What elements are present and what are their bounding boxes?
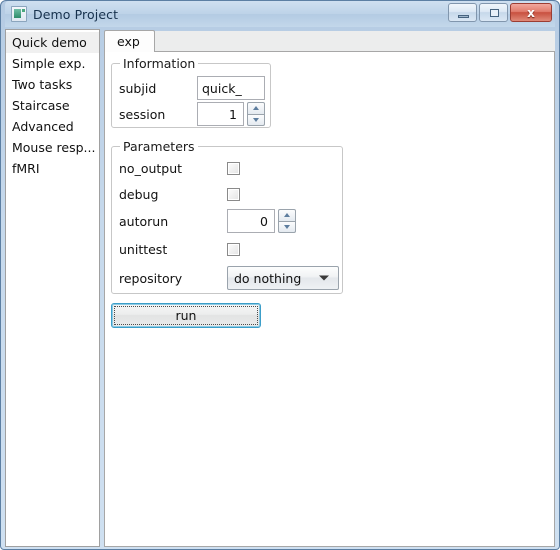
session-row: session 1 [119, 102, 265, 126]
chevron-down-icon[interactable] [247, 114, 265, 126]
repository-selected-value: do nothing [234, 270, 302, 286]
autorun-row: autorun 0 [119, 209, 296, 233]
tab-bar-filler [154, 31, 555, 52]
parameters-group-title: Parameters [120, 139, 198, 154]
tab-exp[interactable]: exp [104, 30, 155, 52]
sidebar-item-simple-exp[interactable]: Simple exp. [6, 53, 99, 74]
tab-page-exp: Information subjid quick_ session 1 Para… [104, 51, 555, 547]
chevron-up-icon[interactable] [278, 209, 296, 222]
application-window: Demo Project x Quick demo Simple exp. Tw… [0, 0, 560, 550]
information-group-title: Information [120, 56, 199, 71]
autorun-label: autorun [119, 213, 169, 229]
parameters-group: Parameters no_output debug autorun 0 uni… [111, 139, 343, 294]
run-button[interactable]: run [111, 303, 261, 328]
no-output-checkbox[interactable] [227, 162, 240, 175]
tab-bar: exp [104, 29, 555, 52]
example-list[interactable]: Quick demo Simple exp. Two tasks Stairca… [5, 29, 100, 547]
no-output-label: no_output [119, 161, 183, 176]
unittest-checkbox[interactable] [227, 243, 240, 256]
debug-label: debug [119, 187, 159, 202]
no-output-row: no_output [119, 161, 240, 176]
window-controls: x [448, 3, 552, 22]
debug-checkbox[interactable] [227, 188, 240, 201]
autorun-stepper[interactable] [278, 209, 296, 233]
minimize-button[interactable] [448, 3, 477, 22]
title-bar: Demo Project x [5, 1, 555, 27]
chevron-down-icon [319, 275, 329, 281]
sidebar-item-advanced[interactable]: Advanced [6, 116, 99, 137]
unittest-label: unittest [119, 242, 168, 257]
unittest-row: unittest [119, 242, 240, 257]
sidebar-item-two-tasks[interactable]: Two tasks [6, 74, 99, 95]
repository-label: repository [119, 270, 183, 286]
subjid-row: subjid quick_ [119, 76, 265, 100]
app-monitor-icon [11, 6, 27, 22]
session-stepper[interactable] [247, 102, 265, 126]
subjid-input[interactable]: quick_ [197, 76, 265, 100]
subjid-label: subjid [119, 80, 157, 96]
run-button-label: run [175, 308, 197, 323]
sidebar-item-fmri[interactable]: fMRI [6, 158, 99, 179]
sidebar-item-quick-demo[interactable]: Quick demo [6, 32, 99, 53]
information-group: Information subjid quick_ session 1 [111, 56, 271, 128]
maximize-button[interactable] [479, 3, 508, 22]
chevron-up-icon[interactable] [247, 102, 265, 115]
session-label: session [119, 106, 166, 122]
repository-select[interactable]: do nothing [227, 266, 339, 290]
close-button[interactable]: x [510, 3, 552, 22]
sidebar-item-staircase[interactable]: Staircase [6, 95, 99, 116]
tab-widget: exp Information subjid quick_ session 1 [104, 29, 555, 547]
chevron-down-icon[interactable] [278, 221, 296, 233]
sidebar-item-mouse-resp[interactable]: Mouse resp... [6, 137, 99, 158]
repository-row: repository do nothing [119, 266, 339, 290]
autorun-input[interactable]: 0 [227, 209, 275, 233]
debug-row: debug [119, 187, 240, 202]
session-input[interactable]: 1 [197, 102, 244, 126]
client-area: Quick demo Simple exp. Two tasks Stairca… [5, 27, 555, 547]
window-title: Demo Project [33, 6, 119, 22]
